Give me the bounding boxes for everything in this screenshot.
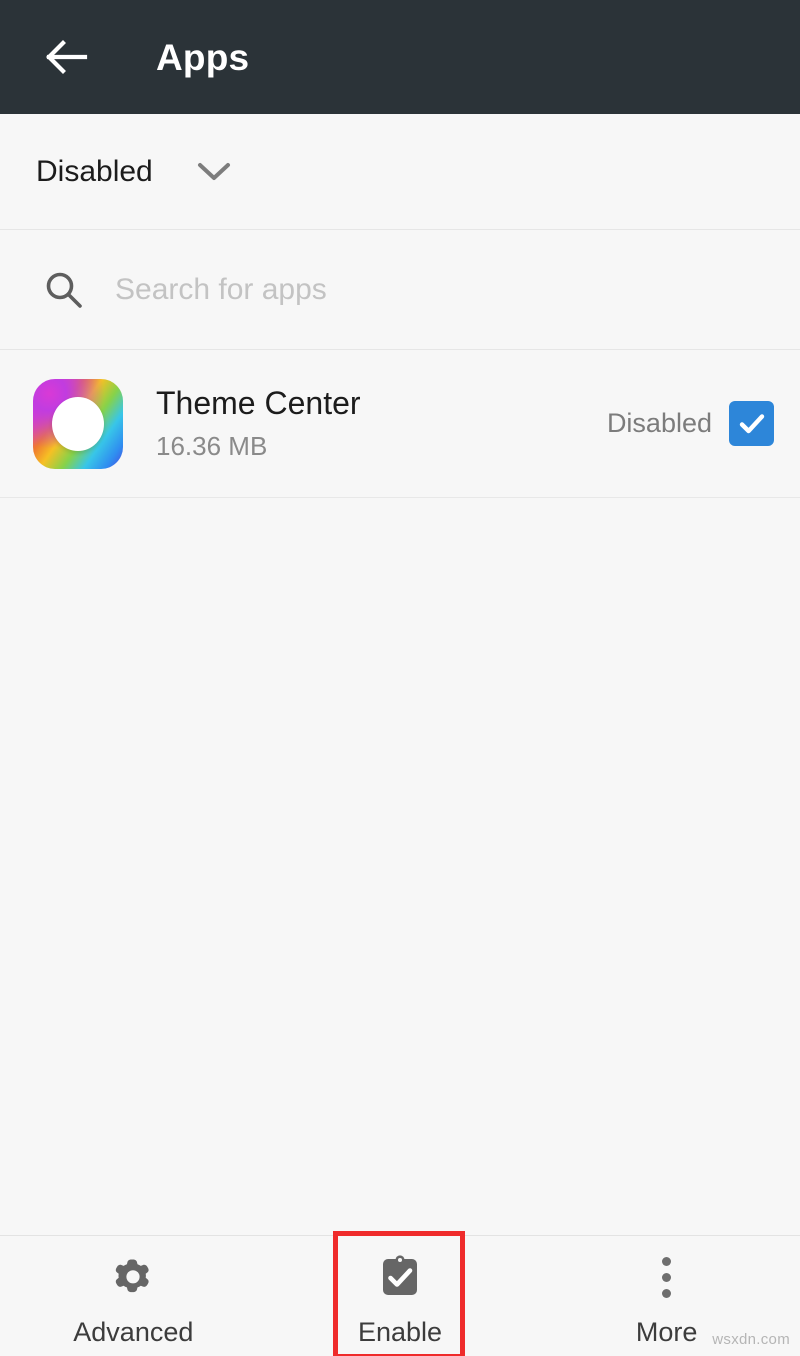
check-icon xyxy=(739,413,764,433)
gear-icon xyxy=(109,1252,157,1302)
clipboard-check-icon xyxy=(376,1252,424,1302)
toolbar-item-enable[interactable]: Enable xyxy=(267,1236,534,1356)
app-info: Theme Center 16.36 MB xyxy=(156,385,607,462)
bottom-toolbar: Advanced Enable More xyxy=(0,1235,800,1356)
filter-dropdown[interactable]: Disabled xyxy=(0,114,800,230)
chevron-down-icon xyxy=(197,161,231,183)
overflow-dots-icon xyxy=(662,1252,672,1302)
filter-selected-label: Disabled xyxy=(36,154,153,188)
theme-center-app-icon xyxy=(33,378,123,469)
watermark: wsxdn.com xyxy=(712,1331,790,1348)
back-button[interactable] xyxy=(40,30,94,84)
search-bar[interactable] xyxy=(0,230,800,350)
page-title: Apps xyxy=(156,36,250,78)
toolbar-label-advanced: Advanced xyxy=(73,1317,194,1347)
status-badge: Disabled xyxy=(606,408,712,438)
toolbar-label-enable: Enable xyxy=(357,1317,443,1347)
app-select-checkbox[interactable] xyxy=(729,401,774,446)
app-bar: Apps xyxy=(0,0,800,114)
app-icon-inner-circle xyxy=(52,396,104,451)
app-size: 16.36 MB xyxy=(156,430,268,461)
app-screen: Apps Disabled Theme Center 16.36 xyxy=(0,0,800,1356)
toolbar-item-advanced[interactable]: Advanced xyxy=(0,1236,267,1356)
toolbar-label-more: More xyxy=(635,1317,698,1347)
table-row[interactable]: Theme Center 16.36 MB Disabled xyxy=(0,350,800,498)
app-name: Theme Center xyxy=(156,385,361,422)
search-input[interactable] xyxy=(115,272,675,307)
search-icon xyxy=(42,268,86,312)
app-list: Theme Center 16.36 MB Disabled xyxy=(0,350,800,1235)
arrow-left-icon xyxy=(46,40,88,74)
